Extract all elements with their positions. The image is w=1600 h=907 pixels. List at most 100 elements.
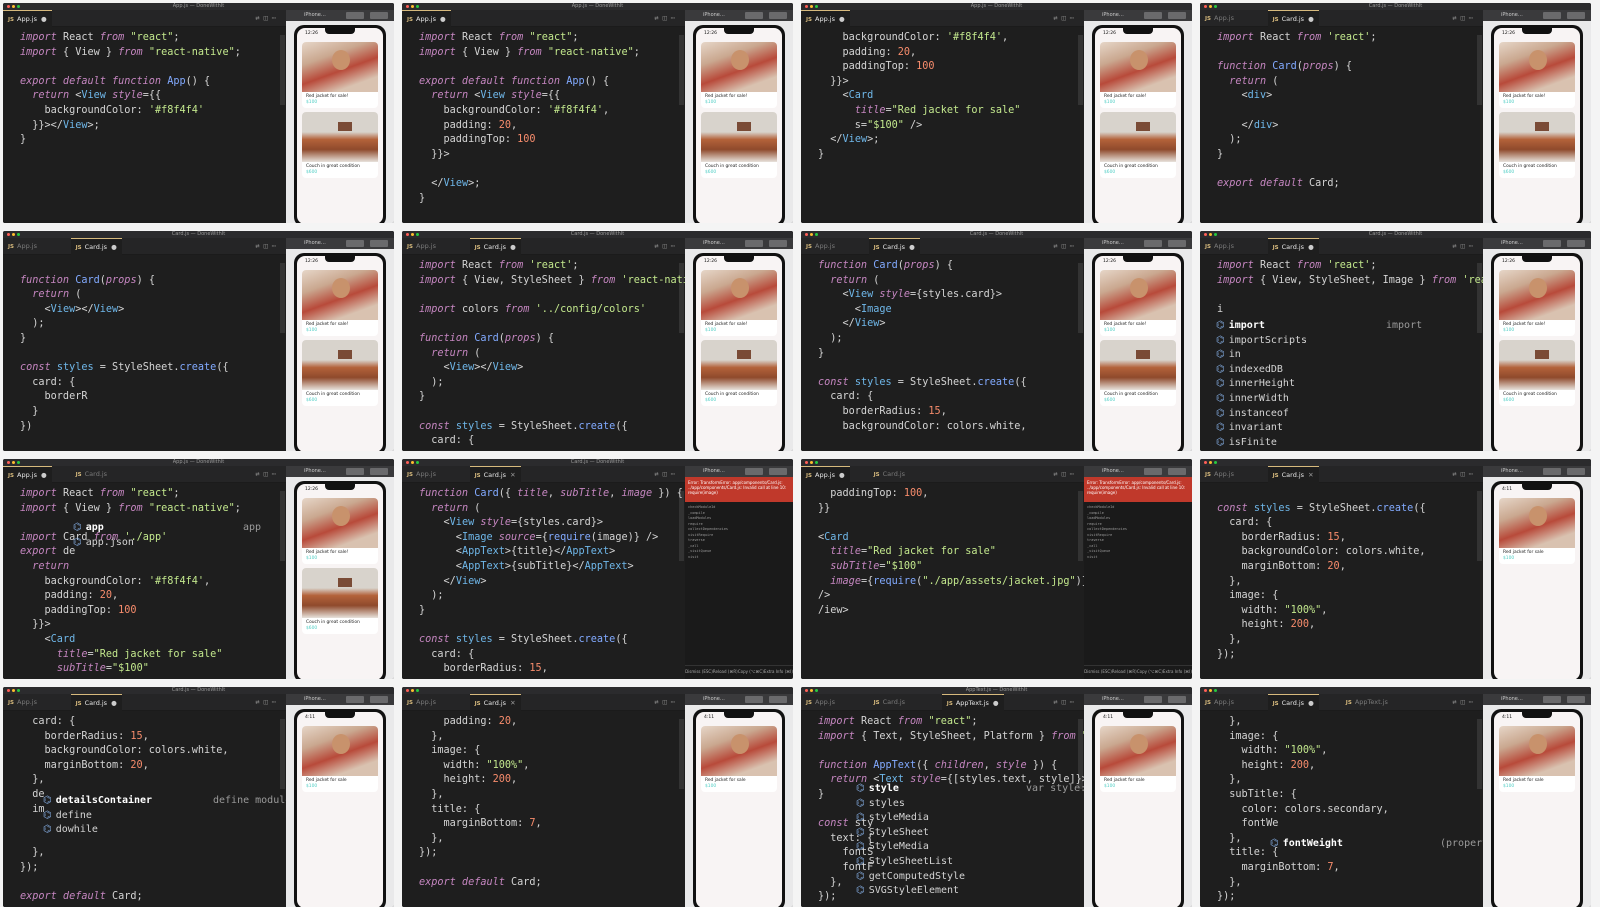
- close-window-button[interactable]: [805, 5, 808, 8]
- listing-card[interactable]: Couch in great condition $600: [302, 112, 378, 178]
- compare-changes-icon[interactable]: ⇄: [1053, 14, 1061, 22]
- autocomplete-list[interactable]: ⌬ import import ⌬ importScripts ⌬ in ⌬ indexedDB…: [1216, 319, 1476, 450]
- close-tab-icon[interactable]: ✕: [510, 471, 515, 479]
- tab-card-js[interactable]: JS Card.js ●: [469, 238, 521, 255]
- minimize-window-button[interactable]: [12, 461, 15, 464]
- compare-changes-icon[interactable]: ⇄: [255, 242, 263, 250]
- screenshot-button[interactable]: [745, 12, 763, 19]
- zoom-window-button[interactable]: [815, 689, 818, 692]
- zoom-window-button[interactable]: [416, 689, 419, 692]
- tab-card-js[interactable]: JS Card.js ●: [1267, 694, 1319, 711]
- tab-card-js[interactable]: JS Card.js ●: [70, 694, 122, 711]
- autocomplete-item[interactable]: ⌬ app.json: [73, 536, 286, 551]
- split-editor-icon[interactable]: ◫: [1461, 14, 1469, 22]
- listing-card[interactable]: Red jacket for sale! $100: [701, 42, 777, 108]
- home-button[interactable]: [370, 468, 388, 475]
- tab-apptext-js[interactable]: JS AppText.js: [1341, 694, 1393, 711]
- redbox-button[interactable]: Reload (⌘R): [713, 669, 738, 679]
- split-editor-icon[interactable]: ◫: [1062, 698, 1070, 706]
- code-editor[interactable]: import React from 'react'; import { View,…: [1200, 255, 1483, 451]
- autocomplete-item[interactable]: ⌬ importScripts: [1216, 334, 1476, 349]
- zoom-window-button[interactable]: [17, 461, 20, 464]
- more-actions-icon[interactable]: ⋯: [1469, 14, 1477, 22]
- listing-card[interactable]: Red jacket for sale! $100: [1100, 42, 1176, 108]
- more-actions-icon[interactable]: ⋯: [272, 698, 280, 706]
- more-actions-icon[interactable]: ⋯: [272, 470, 280, 478]
- redbox-button[interactable]: Dismiss (ESC): [1084, 669, 1112, 679]
- compare-changes-icon[interactable]: ⇄: [1452, 14, 1460, 22]
- split-editor-icon[interactable]: ◫: [663, 470, 671, 478]
- code-editor[interactable]: import React from 'react'; import { View,…: [402, 255, 685, 451]
- screenshot-button[interactable]: [745, 696, 763, 703]
- zoom-window-button[interactable]: [17, 5, 20, 8]
- screenshot-button[interactable]: [346, 240, 364, 247]
- minimize-window-button[interactable]: [12, 233, 15, 236]
- autocomplete-item[interactable]: ⌬ isFinite: [1216, 436, 1476, 451]
- listing-card[interactable]: Red jacket for sale! $100: [1499, 270, 1575, 336]
- zoom-window-button[interactable]: [1214, 233, 1217, 236]
- close-window-button[interactable]: [1204, 233, 1207, 236]
- tab-app-js[interactable]: JS App.js: [402, 466, 441, 483]
- close-window-button[interactable]: [805, 461, 808, 464]
- minimize-window-button[interactable]: [810, 461, 813, 464]
- split-editor-icon[interactable]: ◫: [264, 242, 272, 250]
- close-window-button[interactable]: [1204, 461, 1207, 464]
- compare-changes-icon[interactable]: ⇄: [1452, 242, 1460, 250]
- split-editor-icon[interactable]: ◫: [663, 14, 671, 22]
- autocomplete-item[interactable]: ⌬ dowhile: [43, 823, 286, 838]
- more-actions-icon[interactable]: ⋯: [1469, 242, 1477, 250]
- code-editor[interactable]: function Card({ title, subTitle, image }…: [402, 483, 685, 679]
- listing-card[interactable]: Couch in great condition $600: [302, 568, 378, 634]
- compare-changes-icon[interactable]: ⇄: [255, 698, 263, 706]
- listing-card[interactable]: Couch in great condition $600: [1100, 112, 1176, 178]
- close-window-button[interactable]: [7, 461, 10, 464]
- tab-app-js[interactable]: JS App.js ●: [3, 10, 52, 27]
- compare-changes-icon[interactable]: ⇄: [255, 14, 263, 22]
- screenshot-button[interactable]: [1543, 240, 1561, 247]
- autocomplete-item[interactable]: ⌬detailsContainer define module…: [43, 794, 286, 809]
- minimize-window-button[interactable]: [411, 5, 414, 8]
- home-button[interactable]: [1567, 12, 1585, 19]
- code-editor[interactable]: import React from "react"; import { View …: [3, 27, 286, 223]
- tab-card-js[interactable]: JS Card.js ●: [1267, 238, 1319, 255]
- close-window-button[interactable]: [805, 689, 808, 692]
- split-editor-icon[interactable]: ◫: [663, 242, 671, 250]
- home-button[interactable]: [769, 12, 787, 19]
- autocomplete-item[interactable]: ⌬ invariant: [1216, 421, 1476, 436]
- listing-card[interactable]: Red jacket for sale $100: [701, 726, 777, 792]
- split-editor-icon[interactable]: ◫: [264, 698, 272, 706]
- home-button[interactable]: [370, 240, 388, 247]
- more-actions-icon[interactable]: ⋯: [1070, 698, 1078, 706]
- redbox-button[interactable]: Copy (⌥⌘C): [738, 669, 764, 679]
- autocomplete-list[interactable]: ⌬detailsContainerdefine module…⌬define⌬d…: [43, 794, 286, 838]
- autocomplete-item[interactable]: ⌬fontWeight (property) Te…: [1270, 837, 1483, 852]
- home-button[interactable]: [769, 696, 787, 703]
- tab-card-js[interactable]: JS Card.js ●: [70, 238, 122, 255]
- redbox-button[interactable]: Extra Info (⌘I): [1163, 669, 1192, 679]
- autocomplete-item[interactable]: ⌬style var style: any: [856, 782, 1084, 797]
- home-button[interactable]: [370, 12, 388, 19]
- minimize-window-button[interactable]: [12, 689, 15, 692]
- code-editor[interactable]: }, image: { width: "100%", height: 200, …: [1200, 711, 1483, 907]
- more-actions-icon[interactable]: ⋯: [671, 14, 679, 22]
- home-button[interactable]: [1168, 468, 1186, 475]
- listing-card[interactable]: Red jacket for sale! $100: [1100, 270, 1176, 336]
- listing-card[interactable]: Red jacket for sale! $100: [1499, 42, 1575, 108]
- compare-changes-icon[interactable]: ⇄: [654, 470, 662, 478]
- split-editor-icon[interactable]: ◫: [1461, 698, 1469, 706]
- home-button[interactable]: [1168, 696, 1186, 703]
- tab-card-js[interactable]: JS Card.js ✕: [469, 466, 521, 483]
- autocomplete-item[interactable]: ⌬ import import: [1216, 319, 1476, 334]
- listing-card[interactable]: Red jacket for sale! $100: [302, 498, 378, 564]
- home-button[interactable]: [1567, 696, 1585, 703]
- code-editor[interactable]: import React from 'react'; function Card…: [1200, 27, 1483, 223]
- zoom-window-button[interactable]: [1214, 689, 1217, 692]
- home-button[interactable]: [1567, 468, 1585, 475]
- close-window-button[interactable]: [406, 5, 409, 8]
- minimize-window-button[interactable]: [411, 461, 414, 464]
- zoom-window-button[interactable]: [416, 5, 419, 8]
- autocomplete-item[interactable]: ⌬ innerWidth: [1216, 392, 1476, 407]
- autocomplete-list[interactable]: ⌬stylevar style: any⌬styles⌬styleMedia⌬S…: [856, 782, 1084, 899]
- tab-card-js[interactable]: JS Card.js ✕: [1267, 466, 1319, 483]
- tab-app-js[interactable]: JS App.js: [1200, 694, 1239, 711]
